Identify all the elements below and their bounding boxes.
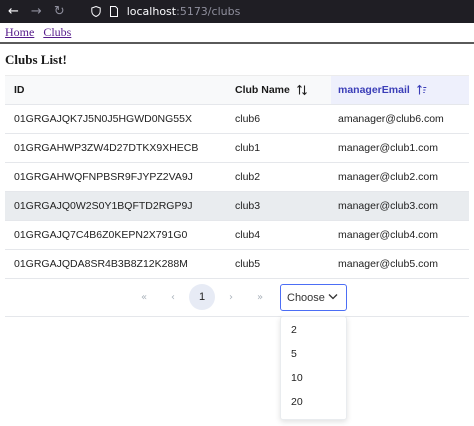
header-id[interactable]: ID (5, 84, 227, 96)
chevron-down-icon (328, 293, 338, 301)
cell-club-name: club3 (235, 200, 261, 212)
cell-club-name: club5 (235, 258, 261, 270)
cell-manager-email: manager@club3.com (338, 200, 438, 212)
home-link[interactable]: Home (5, 25, 34, 39)
header-club-name-label: Club Name (235, 84, 290, 96)
clubs-table: ID Club Name managerEmail 01GRGAJQK7J5N0… (5, 75, 469, 279)
header-club-name[interactable]: Club Name (227, 76, 331, 104)
table-header: ID Club Name managerEmail (5, 76, 469, 105)
top-nav: Home Clubs (5, 25, 77, 40)
back-arrow-icon[interactable]: ← (8, 5, 19, 18)
previous-page-icon[interactable]: ‹ (163, 288, 183, 308)
dropdown-option[interactable]: 20 (281, 390, 346, 414)
cell-manager-email: manager@club2.com (338, 171, 438, 183)
dropdown-option[interactable]: 10 (281, 366, 346, 390)
table-row[interactable]: 01GRGAHWQFNPBSR9FJYPZ2VA9J club2 manager… (5, 163, 469, 192)
cell-id: 01GRGAHWQFNPBSR9FJYPZ2VA9J (14, 171, 193, 183)
cell-manager-email: amanager@club6.com (338, 113, 444, 125)
page-title: Clubs List! (5, 52, 67, 67)
url-path: :5173/clubs (176, 5, 241, 18)
cell-id: 01GRGAJQ0W2S0Y1BQFTD2RGP9J (14, 200, 193, 212)
sort-ascending-icon[interactable] (416, 84, 428, 96)
sort-unsorted-icon[interactable] (296, 84, 308, 96)
dropdown-option[interactable]: 2 (281, 318, 346, 342)
browser-toolbar: ← → ↻ localhost:5173/clubs (0, 0, 474, 23)
forward-arrow-icon[interactable]: → (31, 5, 42, 18)
url-host: localhost (126, 5, 177, 18)
cell-id: 01GRGAJQ7C4B6Z0KEPN2X791G0 (14, 229, 188, 241)
clubs-link[interactable]: Clubs (43, 25, 71, 39)
first-page-icon[interactable]: « (134, 288, 154, 308)
last-page-icon[interactable]: » (250, 288, 270, 308)
table-row[interactable]: 01GRGAJQ0W2S0Y1BQFTD2RGP9J club3 manager… (5, 192, 469, 221)
cell-club-name: club6 (235, 113, 261, 125)
cell-manager-email: manager@club1.com (338, 142, 438, 154)
pagination: « ‹ 1 › » Choose (0, 284, 474, 312)
cell-id: 01GRGAHWP3ZW4D27DTKX9XHECB (14, 142, 199, 154)
dropdown-option[interactable]: 5 (281, 342, 346, 366)
shield-icon[interactable] (91, 6, 101, 17)
address-bar[interactable]: localhost:5173/clubs (91, 5, 241, 18)
reload-icon[interactable]: ↻ (54, 5, 65, 18)
cell-id: 01GRGAJQK7J5N0J5HGWD0NG55X (14, 113, 192, 125)
header-manager-email[interactable]: managerEmail (331, 76, 469, 104)
table-row[interactable]: 01GRGAJQK7J5N0J5HGWD0NG55X club6 amanage… (5, 105, 469, 134)
cell-club-name: club2 (235, 171, 261, 183)
table-row[interactable]: 01GRGAJQDA8SR4B3B8Z12K288M club5 manager… (5, 250, 469, 279)
cell-club-name: club1 (235, 142, 261, 154)
table-row[interactable]: 01GRGAHWP3ZW4D27DTKX9XHECB club1 manager… (5, 134, 469, 163)
cell-id: 01GRGAJQDA8SR4B3B8Z12K288M (14, 258, 188, 270)
divider (5, 316, 469, 317)
cell-manager-email: manager@club5.com (338, 258, 438, 270)
page-size-select[interactable]: Choose (280, 284, 347, 311)
next-page-icon[interactable]: › (221, 288, 241, 308)
browser-nav: ← → ↻ (0, 5, 65, 18)
table-row[interactable]: 01GRGAJQ7C4B6Z0KEPN2X791G0 club4 manager… (5, 221, 469, 250)
page-button-current[interactable]: 1 (189, 284, 215, 310)
header-manager-email-label: managerEmail (338, 84, 410, 96)
page-info-icon[interactable] (109, 6, 119, 17)
page-size-dropdown: 2 5 10 20 (280, 316, 347, 420)
cell-club-name: club4 (235, 229, 261, 241)
page-size-placeholder: Choose (287, 291, 325, 304)
cell-manager-email: manager@club4.com (338, 229, 438, 241)
divider (0, 42, 474, 44)
